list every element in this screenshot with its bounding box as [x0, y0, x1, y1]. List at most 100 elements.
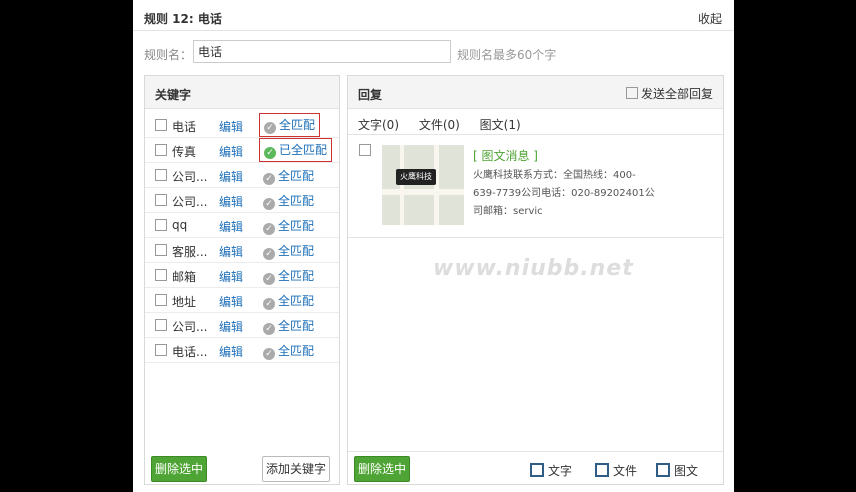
match-toggle[interactable]: ✓ 全匹配 [263, 292, 314, 310]
reply-item-title[interactable]: [ 图文消息 ] [473, 147, 538, 164]
reply-item: 火鹰科技 [ 图文消息 ] 火鹰科技联系方式：全国热线：400-639-7739… [348, 134, 723, 238]
match-label: 全匹配 [278, 319, 315, 333]
add-image-text-label: 图文 [674, 464, 699, 478]
map-thumbnail: 火鹰科技 [382, 145, 464, 225]
edit-link[interactable]: 编辑 [219, 118, 243, 135]
delete-selected-replies-button[interactable]: 删除选中 [354, 456, 410, 482]
check-circle-icon: ✓ [263, 273, 275, 285]
match-toggle[interactable]: ✓ 全匹配 [263, 342, 314, 360]
watermark: www.niubb.net [433, 256, 634, 281]
keyword-title: 关键字 [155, 88, 192, 102]
keyword-checkbox[interactable] [155, 169, 167, 181]
edit-link[interactable]: 编辑 [219, 293, 243, 310]
keyword-text: 电话... [172, 345, 208, 359]
add-text-button[interactable]: 文字 [530, 462, 572, 479]
reply-footer: 删除选中 文字 文件 图文 [348, 451, 723, 484]
collapse-button[interactable]: 收起 [698, 10, 722, 27]
check-circle-icon: ✓ [263, 248, 275, 260]
keyword-text: 电话 [172, 120, 197, 134]
check-circle-icon: ✓ [263, 348, 275, 360]
match-label: 全匹配 [278, 244, 315, 258]
send-all-checkbox[interactable]: 发送全部回复 [625, 85, 713, 102]
keyword-checkbox[interactable] [155, 144, 167, 156]
keyword-row: 电话... 编辑 ✓ 全匹配 [145, 337, 339, 363]
check-circle-icon: ✓ [263, 198, 275, 210]
keyword-row: 传真 编辑 ✓ 已全匹配 [145, 137, 339, 163]
match-toggle[interactable]: ✓ 全匹配 [263, 267, 314, 285]
match-toggle[interactable]: ✓ 全匹配 [263, 217, 314, 235]
check-circle-icon: ✓ [263, 173, 275, 185]
match-label: 已全匹配 [279, 143, 328, 157]
image-text-icon [656, 463, 670, 477]
keyword-checkbox[interactable] [155, 319, 167, 331]
keyword-text: 公司... [172, 170, 208, 184]
edit-link[interactable]: 编辑 [219, 143, 243, 160]
tab-image-text[interactable]: 图文(1) [480, 118, 521, 132]
rule-name-hint: 规则名最多60个字 [457, 48, 557, 62]
file-icon [595, 463, 609, 477]
rule-name-label: 规则名： [144, 48, 193, 62]
match-toggle[interactable]: ✓ 全匹配 [263, 192, 314, 210]
keyword-row: qq 编辑 ✓ 全匹配 [145, 212, 339, 238]
match-toggle[interactable]: ✓ 全匹配 [263, 317, 314, 335]
keyword-header: 关键字 [145, 76, 339, 109]
add-keyword-button[interactable]: 添加关键字 [262, 456, 330, 482]
keyword-text: 公司... [172, 320, 208, 334]
edit-link[interactable]: 编辑 [219, 343, 243, 360]
edit-link[interactable]: 编辑 [219, 193, 243, 210]
checkbox-icon [625, 87, 638, 99]
tab-file[interactable]: 文件(0) [419, 118, 460, 132]
add-file-label: 文件 [613, 464, 638, 478]
check-circle-icon: ✓ [264, 122, 276, 134]
edit-link[interactable]: 编辑 [219, 318, 243, 335]
reply-box: 回复 发送全部回复 文字(0) 文件(0) 图文(1) 火鹰科技 [ 图文消息 … [347, 75, 724, 485]
delete-selected-keywords-button[interactable]: 删除选中 [151, 456, 207, 482]
add-file-button[interactable]: 文件 [595, 462, 637, 479]
keyword-row: 电话 编辑 ✓ 全匹配 [145, 112, 339, 138]
match-toggle[interactable]: ✓ 已全匹配 [259, 138, 333, 162]
rule-panel: 规则 12: 电话 收起 规则名： 规则名最多60个字 关键字 电话 编辑 ✓全… [133, 0, 734, 492]
rule-title: 规则 12: 电话 [144, 12, 222, 26]
keyword-text: 传真 [172, 145, 197, 159]
keyword-text: 公司... [172, 195, 208, 209]
rule-header: 规则 12: 电话 收起 [133, 6, 734, 31]
match-label: 全匹配 [279, 118, 316, 132]
keyword-checkbox[interactable] [155, 194, 167, 206]
match-toggle[interactable]: ✓ 全匹配 [263, 167, 314, 185]
match-label: 全匹配 [278, 169, 315, 183]
add-image-text-button[interactable]: 图文 [656, 462, 698, 479]
keyword-row: 邮箱 编辑 ✓ 全匹配 [145, 262, 339, 288]
edit-link[interactable]: 编辑 [219, 218, 243, 235]
reply-item-description: 火鹰科技联系方式：全国热线：400-639-7739公司电话：020-89202… [473, 170, 655, 217]
keyword-box: 关键字 电话 编辑 ✓ 全匹配 传真 编辑 ✓ 已全匹配 公司... 编辑 ✓ 全匹配… [144, 75, 340, 485]
edit-link[interactable]: 编辑 [219, 243, 243, 260]
keyword-checkbox[interactable] [155, 119, 167, 131]
send-all-label: 发送全部回复 [640, 87, 713, 101]
keyword-row: 地址 编辑 ✓ 全匹配 [145, 287, 339, 313]
edit-link[interactable]: 编辑 [219, 268, 243, 285]
edit-text-icon [530, 463, 544, 477]
keyword-row: 客服... 编辑 ✓ 全匹配 [145, 237, 339, 263]
check-circle-icon: ✓ [263, 298, 275, 310]
keyword-row: 公司... 编辑 ✓ 全匹配 [145, 312, 339, 338]
tab-text[interactable]: 文字(0) [358, 118, 399, 132]
match-label: 全匹配 [278, 269, 315, 283]
keyword-checkbox[interactable] [155, 344, 167, 356]
match-toggle[interactable]: ✓ 全匹配 [259, 113, 321, 137]
match-toggle[interactable]: ✓ 全匹配 [263, 242, 314, 260]
rule-name-input[interactable] [193, 40, 451, 63]
reply-tabs: 文字(0) 文件(0) 图文(1) [358, 116, 537, 133]
check-circle-icon: ✓ [263, 323, 275, 335]
reply-item-checkbox[interactable] [359, 144, 371, 156]
keyword-text: 邮箱 [172, 270, 197, 284]
keyword-checkbox[interactable] [155, 269, 167, 281]
map-label: 火鹰科技 [396, 169, 436, 185]
keyword-text: 客服... [172, 245, 208, 259]
keyword-checkbox[interactable] [155, 219, 167, 231]
edit-link[interactable]: 编辑 [219, 168, 243, 185]
check-circle-icon: ✓ [263, 223, 275, 235]
check-circle-icon: ✓ [264, 147, 276, 159]
keyword-checkbox[interactable] [155, 294, 167, 306]
keyword-checkbox[interactable] [155, 244, 167, 256]
reply-title: 回复 [358, 88, 383, 102]
